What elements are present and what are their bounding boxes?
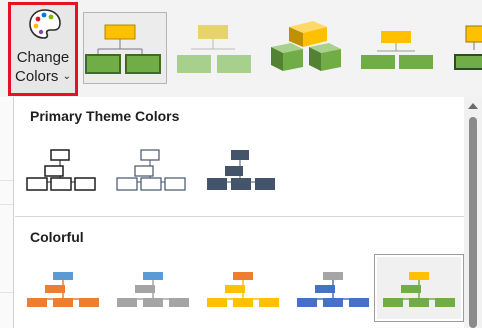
primary-option-dark-1-outline[interactable] bbox=[20, 137, 110, 205]
primary-option-2-thumb bbox=[116, 149, 186, 191]
colorful-option-range-3-4[interactable] bbox=[200, 254, 290, 322]
section-divider bbox=[15, 216, 465, 217]
gallery-thumb-3d-cubes bbox=[271, 21, 341, 71]
colorful-option-2-thumb bbox=[117, 272, 189, 307]
grid-line bbox=[0, 292, 13, 293]
change-colors-label-line2-text: Colors bbox=[15, 68, 59, 85]
colorful-option-1-thumb bbox=[27, 272, 99, 307]
colorful-option-5-thumb bbox=[383, 272, 455, 307]
colorful-option-accent-colors[interactable] bbox=[20, 254, 110, 322]
colorful-option-range-2-3[interactable] bbox=[110, 254, 200, 322]
primary-option-1-thumb bbox=[26, 149, 96, 191]
worksheet-edge bbox=[0, 97, 13, 328]
style-gallery-item-soft-green[interactable] bbox=[356, 12, 440, 84]
change-colors-dropdown: Primary Theme Colors Colorful bbox=[13, 97, 465, 328]
palette-icon bbox=[29, 9, 61, 39]
primary-theme-colors-heading: Primary Theme Colors bbox=[30, 108, 180, 124]
style-gallery-item-3d-cubes[interactable] bbox=[264, 12, 350, 84]
gallery-thumb-current bbox=[85, 24, 161, 74]
colorful-option-3-thumb bbox=[207, 272, 279, 307]
grid-line bbox=[0, 180, 13, 181]
style-gallery-item-current[interactable] bbox=[83, 12, 167, 84]
primary-option-dark-2-fill[interactable] bbox=[200, 137, 290, 205]
chevron-down-icon: ⌄ bbox=[62, 71, 71, 82]
change-colors-label-line2: Colors ⌄ bbox=[11, 68, 75, 86]
ribbon: Change Colors ⌄ bbox=[0, 0, 482, 98]
triangle-up-icon[interactable] bbox=[468, 103, 478, 109]
style-gallery-item-flat-green[interactable] bbox=[172, 12, 256, 84]
gallery-thumb-soft-green bbox=[361, 31, 433, 69]
style-gallery-item-partial[interactable] bbox=[444, 12, 482, 84]
colorful-option-4-thumb bbox=[297, 272, 369, 307]
primary-option-dark-2-outline[interactable] bbox=[110, 137, 200, 205]
scrollbar-thumb[interactable] bbox=[469, 117, 477, 328]
colorful-heading: Colorful bbox=[30, 229, 84, 245]
change-colors-button[interactable]: Change Colors ⌄ bbox=[8, 2, 78, 96]
change-colors-label-line1: Change bbox=[16, 49, 70, 66]
colorful-option-range-5-6[interactable] bbox=[374, 254, 464, 322]
gallery-thumb-partial bbox=[454, 25, 482, 70]
grid-line bbox=[0, 204, 13, 205]
primary-option-3-thumb bbox=[207, 150, 275, 190]
colorful-option-range-4-5[interactable] bbox=[290, 254, 380, 322]
dropdown-scrollbar[interactable] bbox=[464, 97, 482, 328]
gallery-thumb-flat-green bbox=[177, 25, 251, 73]
